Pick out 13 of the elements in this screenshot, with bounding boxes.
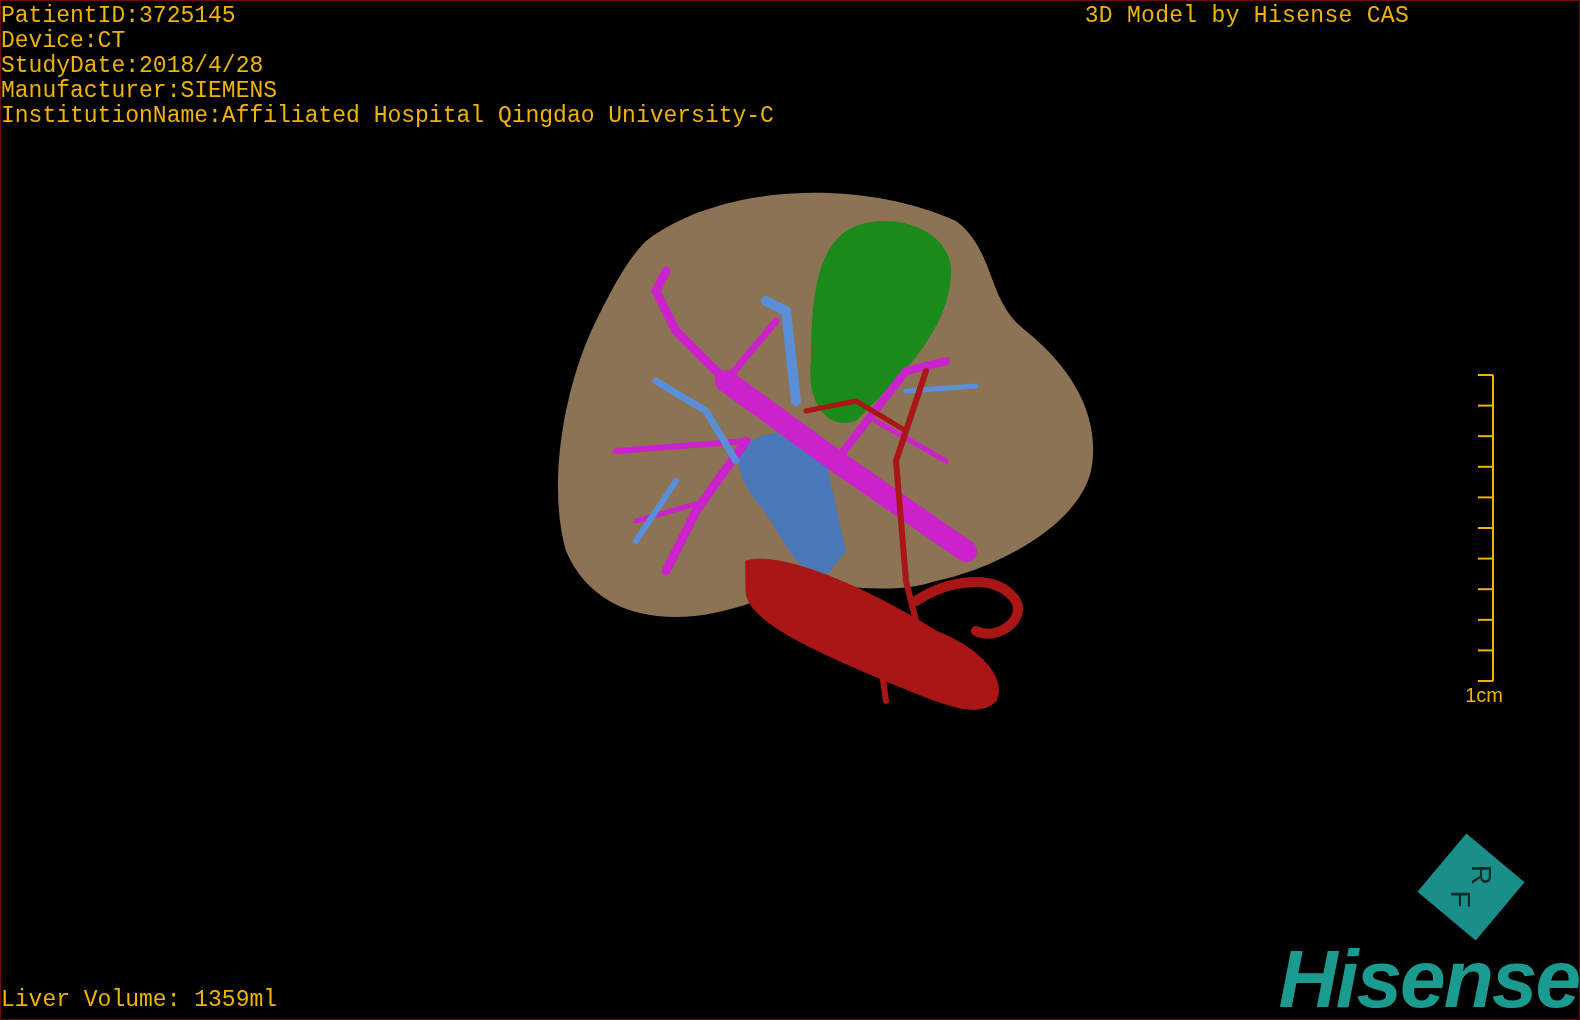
study-info-text: InstitutionName:Affiliated Hospital Qingdao University-C [1,104,774,129]
orientation-cube[interactable]: R F [1417,833,1525,941]
scale-ruler-icon [1475,371,1495,683]
study-info-text: PatientID:3725145 [1,4,237,29]
viewer-title: 3D Model by Hisense CAS [1084,4,1409,29]
orientation-letter: F [1445,890,1476,908]
brand-logo: Hisense [1278,945,1579,1013]
study-info-text: Manufacturer:SIEMENS [1,79,279,104]
liver-volume-text: Liver Volume: 1359ml [1,988,278,1013]
study-info-text: StudyDate:2018/4/28 [1,54,265,79]
study-info-text: Device:CT [1,29,127,54]
orientation-letter: R [1466,864,1497,885]
scale-label: 1cm [1465,683,1503,708]
